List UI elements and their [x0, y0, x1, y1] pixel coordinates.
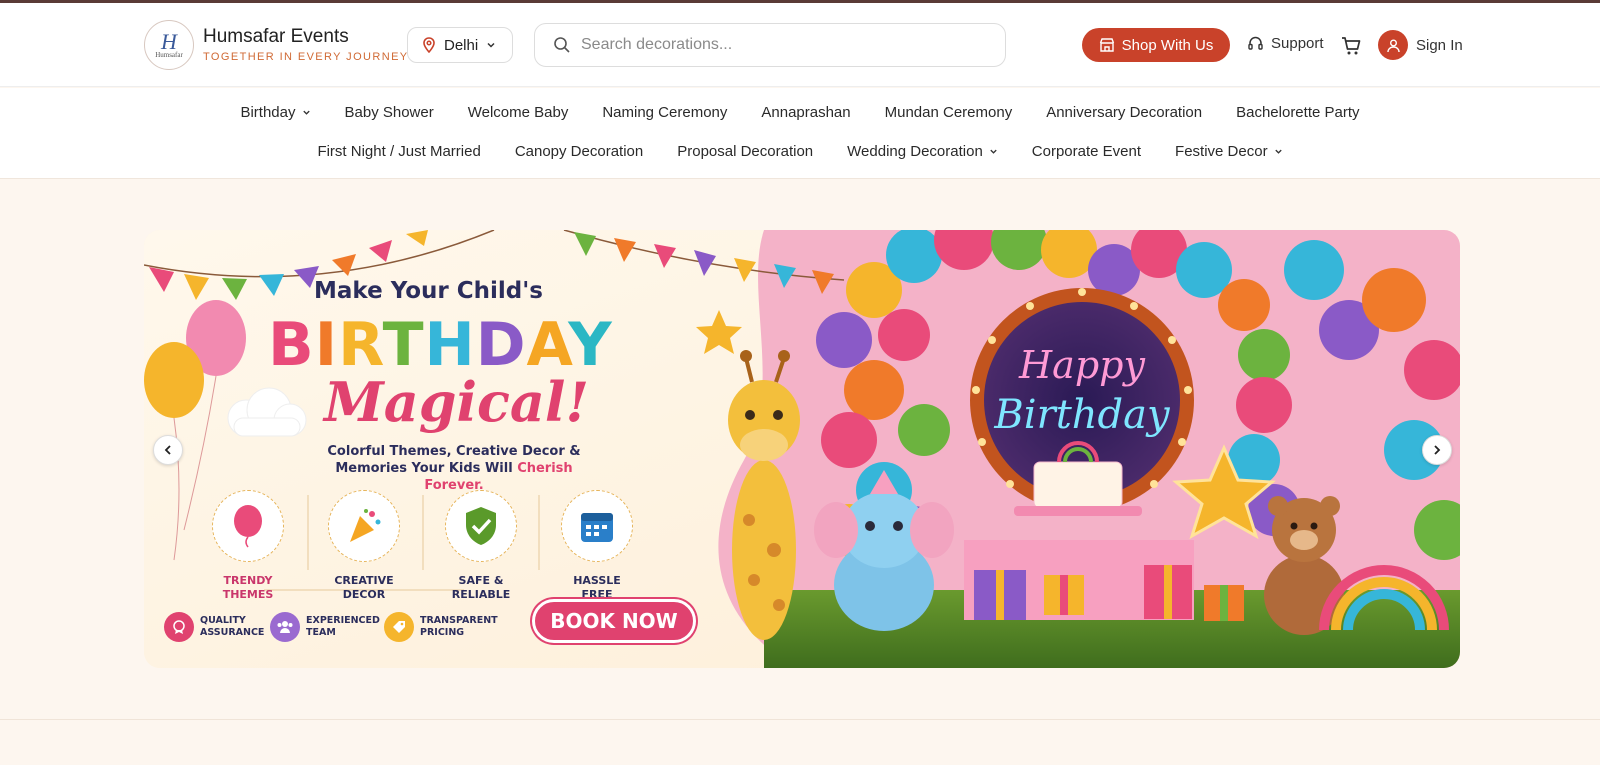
- chevron-down-icon: [990, 149, 997, 154]
- nav-item-label: Festive Decor: [1175, 143, 1268, 160]
- logo-mini-text: Humsafar: [155, 51, 183, 59]
- calendar-icon: [581, 513, 613, 542]
- map-pin-icon: [423, 37, 435, 53]
- nav-item-annaprashan[interactable]: Annaprashan: [761, 104, 850, 121]
- nav-item-label: Birthday: [240, 104, 296, 121]
- nav-item-label: Baby Shower: [344, 104, 434, 121]
- banner-subtext: Colorful Themes, Creative Decor & Memori…: [304, 443, 604, 494]
- nav-item-label: Annaprashan: [761, 104, 851, 121]
- user-avatar: [1378, 30, 1408, 60]
- nav-item-label: Mundan Ceremony: [884, 104, 1013, 121]
- nav-item-label: Bachelorette Party: [1236, 104, 1360, 121]
- feature-safe-reliable: SAFE & RELIABLE: [436, 490, 526, 602]
- feature-line1: CREATIVE: [334, 574, 394, 587]
- mini-feature-line1: EXPERIENCED: [306, 615, 380, 626]
- feature-line1: TRENDY: [223, 574, 273, 587]
- location-label: Delhi: [444, 36, 479, 54]
- nav-item-wedding-decoration[interactable]: Wedding Decoration: [847, 143, 998, 160]
- nav-item-label: First Night / Just Married: [317, 143, 481, 160]
- headset-icon: [1248, 36, 1263, 50]
- nav-item-welcome-baby[interactable]: Welcome Baby: [468, 104, 569, 121]
- section-divider: [0, 719, 1600, 720]
- chevron-right-icon: [1434, 445, 1441, 455]
- nav-item-proposal-decoration[interactable]: Proposal Decoration: [677, 143, 813, 160]
- nav-item-label: Anniversary Decoration: [1046, 104, 1203, 121]
- banner-sub-line1: Colorful Themes, Creative Decor &: [327, 444, 581, 459]
- search-bar[interactable]: [534, 23, 1006, 67]
- nav-item-canopy-decoration[interactable]: Canopy Decoration: [515, 143, 643, 160]
- banner-sub-line2: Memories Your Kids Will: [335, 461, 518, 476]
- banner-script-word: Magical!: [324, 370, 590, 434]
- brand-logo[interactable]: H Humsafar: [144, 20, 194, 70]
- nav-item-birthday[interactable]: Birthday: [240, 104, 310, 121]
- mini-feature-line1: QUALITY: [200, 615, 246, 626]
- brand-name[interactable]: Humsafar Events: [203, 26, 349, 48]
- nav-item-label: Corporate Event: [1031, 143, 1142, 160]
- team-icon: [277, 621, 293, 633]
- chevron-down-icon: [302, 110, 310, 115]
- sign-in-link[interactable]: Sign In: [1378, 30, 1463, 60]
- nav-item-label: Proposal Decoration: [677, 143, 814, 160]
- price-tag-icon: [393, 621, 405, 633]
- support-link[interactable]: Support: [1247, 35, 1324, 52]
- mini-feature-line1: TRANSPARENT: [420, 615, 498, 626]
- feature-line1: SAFE &: [458, 574, 504, 587]
- nav-row-secondary: First Night / Just Married Canopy Decorat…: [0, 143, 1600, 160]
- nav-item-label: Wedding Decoration: [847, 143, 983, 160]
- chevron-left-icon: [164, 445, 171, 455]
- mini-feature-quality: QUALITY ASSURANCE: [164, 612, 264, 642]
- nav-row-primary: Birthday Baby Shower Welcome Baby Naming Ce…: [0, 104, 1600, 121]
- badge-icon: [173, 620, 185, 634]
- banner-headline: Make Your Child's: [314, 278, 543, 304]
- brand-tagline: TOGETHER IN EVERY JOURNEY: [203, 51, 409, 63]
- cart-icon[interactable]: [1340, 35, 1362, 57]
- feature-creative-decor: CREATIVE DECOR: [319, 490, 409, 602]
- mini-feature-pricing: TRANSPARENT PRICING: [384, 612, 498, 642]
- chevron-down-icon: [487, 42, 495, 48]
- shield-check-icon: [466, 507, 496, 545]
- search-icon: [554, 37, 570, 53]
- shop-with-us-label: Shop With Us: [1121, 36, 1214, 54]
- nav-item-first-night-just-married[interactable]: First Night / Just Married: [317, 143, 480, 160]
- nav-item-bachelorette-party[interactable]: Bachelorette Party: [1236, 104, 1359, 121]
- nav-item-baby-shower[interactable]: Baby Shower: [345, 104, 434, 121]
- mini-feature-line2: TEAM: [306, 627, 336, 638]
- store-icon: [1099, 38, 1114, 52]
- nav-item-label: Naming Ceremony: [602, 104, 728, 121]
- big-word-letter: B: [268, 310, 315, 380]
- search-input[interactable]: [581, 36, 961, 54]
- party-popper-icon: [350, 509, 381, 542]
- location-selector[interactable]: Delhi: [407, 27, 513, 63]
- feature-line2: DECOR: [342, 588, 386, 601]
- nav-item-anniversary-decoration[interactable]: Anniversary Decoration: [1046, 104, 1202, 121]
- hero-banner[interactable]: Happy Birthday Make Your Child's BIRTHDA…: [144, 230, 1460, 668]
- balloon-icon: [234, 505, 262, 548]
- nav-item-naming-ceremony[interactable]: Naming Ceremony: [602, 104, 727, 121]
- feature-trendy-themes: TRENDY THEMES: [203, 490, 293, 602]
- support-label: Support: [1271, 35, 1324, 52]
- nav-item-festive-decor[interactable]: Festive Decor: [1175, 143, 1283, 160]
- carousel-next-button[interactable]: [1422, 435, 1452, 465]
- feature-line2: THEMES: [222, 588, 274, 601]
- chevron-down-icon: [1274, 149, 1282, 154]
- user-icon: [1386, 39, 1400, 52]
- svg-text:Birthday: Birthday: [993, 392, 1171, 438]
- feature-line1: HASSLE: [573, 574, 621, 587]
- book-now-button[interactable]: BOOK NOW: [532, 599, 696, 643]
- carousel-prev-button[interactable]: [153, 435, 183, 465]
- feature-line2: RELIABLE: [451, 588, 511, 601]
- shop-with-us-button[interactable]: Shop With Us: [1082, 28, 1230, 62]
- mini-feature-line2: PRICING: [420, 627, 465, 638]
- nav-item-label: Canopy Decoration: [514, 143, 644, 160]
- svg-text:Happy: Happy: [1018, 343, 1145, 387]
- mini-feature-line2: ASSURANCE: [200, 627, 265, 638]
- site-header: H Humsafar Humsafar Events TOGETHER IN E…: [0, 3, 1600, 87]
- nav-item-corporate-event[interactable]: Corporate Event: [1032, 143, 1141, 160]
- sign-in-label: Sign In: [1416, 36, 1463, 54]
- mini-feature-team: EXPERIENCED TEAM: [270, 612, 380, 642]
- nav-item-mundan-ceremony[interactable]: Mundan Ceremony: [885, 104, 1013, 121]
- category-nav: Birthday Baby Shower Welcome Baby Naming Ce…: [0, 88, 1600, 179]
- feature-hassle-free-booking: HASSLEFREE BOOKING: [552, 490, 642, 616]
- nav-item-label: Welcome Baby: [467, 104, 569, 121]
